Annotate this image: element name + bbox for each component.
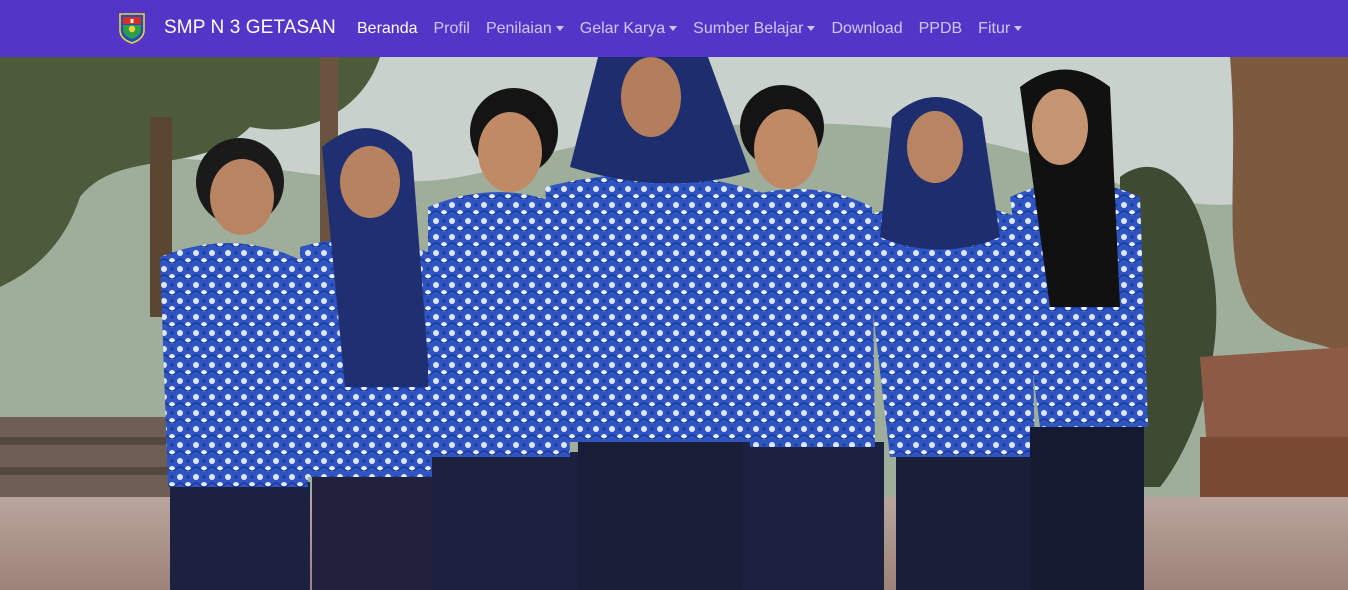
nav-item-penilaian: Penilaian	[478, 0, 572, 57]
hero-photo	[0, 57, 1348, 590]
nav-link-beranda[interactable]: Beranda	[349, 0, 426, 57]
nav-dropdown-penilaian[interactable]: Penilaian	[478, 0, 572, 57]
nav-label-beranda: Beranda	[357, 20, 418, 37]
nav-item-ppdb: PPDB	[911, 0, 971, 57]
nav-dropdown-gelar-karya[interactable]: Gelar Karya	[572, 0, 685, 57]
caret-down-icon	[669, 26, 678, 31]
nav-dropdown-fitur[interactable]: Fitur	[970, 0, 1030, 57]
hero-banner	[0, 57, 1348, 590]
nav-item-beranda: Beranda	[349, 0, 426, 57]
nav-label-penilaian: Penilaian	[485, 20, 552, 37]
school-name: SMP N 3 GETASAN	[164, 17, 336, 38]
nav-item-profil: Profil	[426, 0, 478, 57]
nav-label-download: Download	[831, 20, 903, 37]
nav-label-fitur: Fitur	[978, 20, 1011, 37]
nav-link-ppdb[interactable]: PPDB	[911, 0, 971, 57]
caret-down-icon	[555, 26, 564, 31]
nav-dropdown-sumber-belajar[interactable]: Sumber Belajar	[685, 0, 823, 57]
nav-link-profil[interactable]: Profil	[426, 0, 478, 57]
main-menu: Beranda Profil Penilaian Gelar Karya Sum…	[349, 0, 1030, 57]
nav-item-sumber-belajar: Sumber Belajar	[685, 0, 823, 57]
nav-link-download[interactable]: Download	[823, 0, 910, 57]
top-navbar: SMP N 3 GETASAN Beranda Profil Penilaian…	[0, 0, 1348, 57]
nav-label-profil: Profil	[433, 20, 470, 37]
school-crest-icon	[119, 13, 145, 44]
brand-link[interactable]: SMP N 3 GETASAN	[118, 12, 336, 44]
nav-item-download: Download	[823, 0, 910, 57]
nav-item-fitur: Fitur	[970, 0, 1030, 57]
nav-label-sumber-belajar: Sumber Belajar	[693, 20, 804, 37]
nav-item-gelar-karya: Gelar Karya	[572, 0, 685, 57]
nav-label-ppdb: PPDB	[918, 20, 963, 37]
caret-down-icon	[1014, 26, 1023, 31]
nav-label-gelar-karya: Gelar Karya	[579, 20, 666, 37]
caret-down-icon	[807, 26, 816, 31]
